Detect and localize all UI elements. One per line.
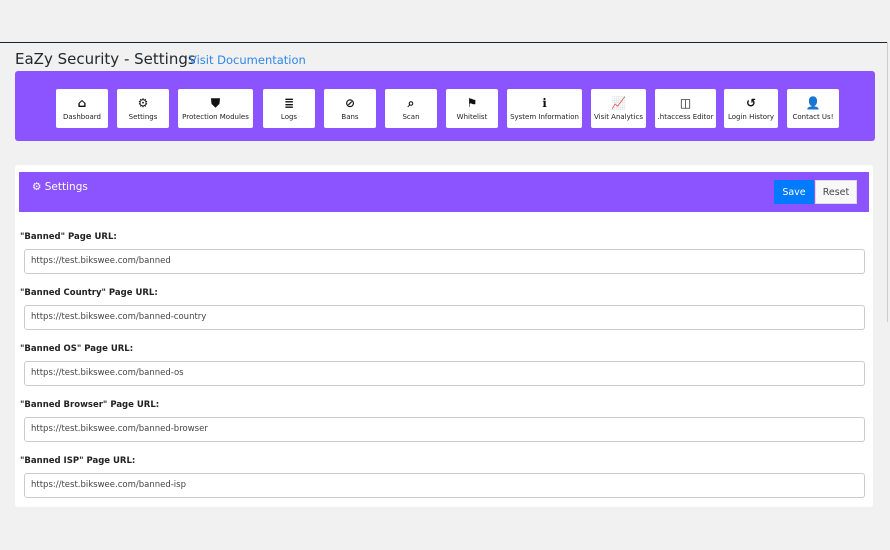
nav-toolbar: ⌂ Dashboard ⚙ Settings ⛊ Protection Modules ≣ L… xyxy=(15,71,875,141)
columns-icon: ◫ xyxy=(679,95,692,110)
nav-button-htaccess-editor[interactable]: ◫ .htaccess Editor xyxy=(655,89,716,128)
url-input[interactable]: https://test.bikswee.com/banned-browser xyxy=(24,417,865,442)
nav-button-label: Contact Us! xyxy=(792,112,834,121)
cogs-icon: ⚙ xyxy=(137,95,149,110)
user-icon: 👤 xyxy=(805,95,821,110)
nav-button-login-history[interactable]: ↺ Login History xyxy=(724,89,778,128)
nav-button-bans[interactable]: ⊘ Bans xyxy=(324,89,376,128)
shield-icon: ⛊ xyxy=(210,95,220,110)
nav-button-label: Visit Analytics xyxy=(594,112,643,121)
nav-button-label: .htaccess Editor xyxy=(657,112,714,121)
info-icon: ℹ xyxy=(542,95,547,110)
nav-button-label: Scan xyxy=(402,112,420,121)
nav-button-scan[interactable]: ⌕ Scan xyxy=(385,89,437,128)
nav-button-label: Dashboard xyxy=(63,112,101,121)
home-icon: ⌂ xyxy=(77,95,87,110)
top-border xyxy=(0,42,888,43)
cog-icon: ⚙ xyxy=(32,181,42,193)
nav-button-label: Logs xyxy=(280,112,298,121)
nav-button-whitelist[interactable]: ⚑ Whitelist xyxy=(446,89,498,128)
reset-button[interactable]: Reset xyxy=(815,180,857,204)
visit-documentation-link[interactable]: Visit Documentation xyxy=(189,53,306,67)
nav-button-label: Whitelist xyxy=(456,112,488,121)
card-header: ⚙ Settings Save Reset xyxy=(19,172,869,212)
nav-button-label: Bans xyxy=(341,112,359,121)
url-input[interactable]: https://test.bikswee.com/banned-isp xyxy=(24,473,865,498)
nav-button-dashboard[interactable]: ⌂ Dashboard xyxy=(56,89,108,128)
chart-line-icon: 📈 xyxy=(611,95,626,110)
list-icon: ≣ xyxy=(283,95,295,110)
nav-button-contact-us[interactable]: 👤 Contact Us! xyxy=(787,89,839,128)
nav-button-label: System Information xyxy=(510,112,579,121)
field-label: "Banned ISP" Page URL: xyxy=(20,456,136,466)
field-label: "Banned" Page URL: xyxy=(20,232,117,242)
nav-button-system-information[interactable]: ℹ System Information xyxy=(507,89,582,128)
nav-button-settings[interactable]: ⚙ Settings xyxy=(117,89,169,128)
history-icon: ↺ xyxy=(745,95,757,110)
url-input[interactable]: https://test.bikswee.com/banned-country xyxy=(24,305,865,330)
nav-button-label: Protection Modules xyxy=(182,112,249,121)
nav-button-label: Settings xyxy=(128,112,158,121)
url-input[interactable]: https://test.bikswee.com/banned xyxy=(24,249,865,274)
field-label: "Banned Country" Page URL: xyxy=(20,288,158,298)
page-title: EaZy Security - Settings xyxy=(15,50,196,68)
nav-button-visit-analytics[interactable]: 📈 Visit Analytics xyxy=(591,89,646,128)
card-title: ⚙ Settings xyxy=(32,181,88,193)
nav-button-label: Login History xyxy=(727,112,774,121)
settings-card: ⚙ Settings Save Reset "Banned" Page URL:… xyxy=(15,165,873,507)
card-title-text: Settings xyxy=(44,181,88,193)
save-button[interactable]: Save xyxy=(774,180,814,204)
flag-icon: ⚑ xyxy=(466,95,478,110)
right-border xyxy=(887,42,888,322)
ban-icon: ⊘ xyxy=(344,95,356,110)
nav-button-protection-modules[interactable]: ⛊ Protection Modules xyxy=(178,89,253,128)
search-icon: ⌕ xyxy=(407,95,415,110)
field-label: "Banned OS" Page URL: xyxy=(20,344,134,354)
nav-button-logs[interactable]: ≣ Logs xyxy=(263,89,315,128)
field-label: "Banned Browser" Page URL: xyxy=(20,400,160,410)
url-input[interactable]: https://test.bikswee.com/banned-os xyxy=(24,361,865,386)
